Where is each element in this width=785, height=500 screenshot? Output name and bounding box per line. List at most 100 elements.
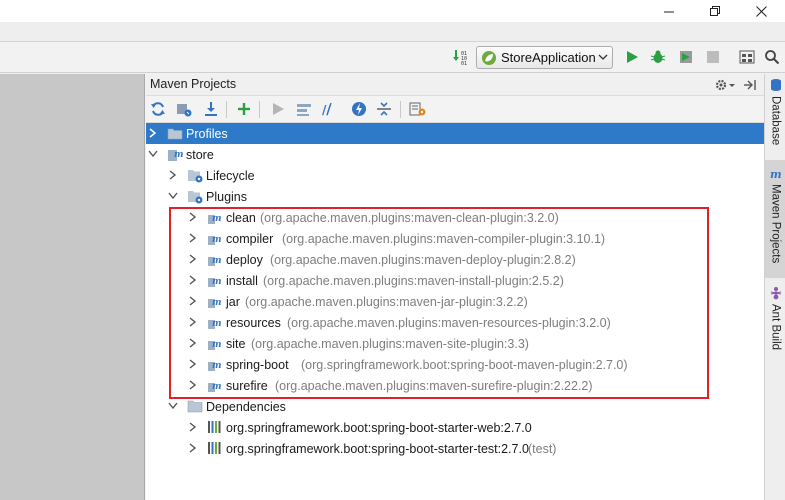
maven-plugin-icon: m [207, 314, 223, 330]
chevron-right-icon[interactable] [188, 338, 198, 348]
plugin-name: compiler [226, 231, 274, 246]
maven-plugin-icon: m [207, 356, 223, 372]
plugin-coordinates: (org.apache.maven.plugins:maven-deploy-p… [270, 252, 576, 267]
chevron-right-icon[interactable] [188, 359, 198, 369]
database-icon [770, 79, 781, 91]
tree-row-store[interactable]: m store [146, 144, 764, 165]
maven-plugin-icon: m [207, 293, 223, 309]
maven-module-icon: m [167, 146, 183, 162]
chevron-right-icon[interactable] [188, 380, 198, 390]
tree-row-dependencies[interactable]: Dependencies [146, 396, 764, 417]
tree-row-lifecycle[interactable]: Lifecycle [146, 165, 764, 186]
plugin-row[interactable]: m jar (org.apache.maven.plugins:maven-ja… [146, 291, 764, 312]
chevron-right-icon[interactable] [188, 212, 198, 222]
chevron-right-icon[interactable] [188, 275, 198, 285]
tree-row-plugins[interactable]: Plugins [146, 186, 764, 207]
plugin-name: install [226, 273, 258, 288]
plugin-row[interactable]: m clean (org.apache.maven.plugins:maven-… [146, 207, 764, 228]
chevron-right-icon[interactable] [188, 254, 198, 264]
toolbar-divider [259, 101, 260, 118]
plugin-row[interactable]: m surefire (org.apache.maven.plugins:mav… [146, 375, 764, 396]
maven-icon: m [770, 168, 782, 180]
chevron-right-icon[interactable] [148, 128, 158, 138]
chevron-right-icon[interactable] [188, 296, 198, 306]
plugin-row[interactable]: m install (org.apache.maven.plugins:mave… [146, 270, 764, 291]
generate-sources-icon[interactable] [175, 100, 193, 118]
plugin-row[interactable]: m site (org.apache.maven.plugins:maven-s… [146, 333, 764, 354]
chevron-right-icon[interactable] [188, 317, 198, 327]
svg-text:m: m [212, 319, 222, 329]
chevron-down-icon[interactable] [168, 191, 178, 201]
plugin-row[interactable]: m spring-boot (org.springframework.boot:… [146, 354, 764, 375]
dependency-row[interactable]: org.springframework.boot:spring-boot-sta… [146, 438, 764, 459]
svg-text:m: m [770, 168, 782, 180]
tab-ant-build[interactable]: Ant Build [765, 286, 785, 358]
debug-icon[interactable] [649, 48, 667, 66]
chevron-down-icon[interactable] [148, 149, 158, 159]
dependency-scope: (test) [528, 441, 557, 456]
make-icon[interactable]: 01 10 01 [452, 48, 470, 66]
lifecycle-icon[interactable] [295, 100, 313, 118]
hide-icon[interactable] [742, 77, 758, 93]
maven-plugin-icon: m [207, 335, 223, 351]
stop-icon[interactable] [704, 48, 722, 66]
maven-plugin-icon: m [207, 377, 223, 393]
plugin-row[interactable]: m compiler (org.apache.maven.plugins:mav… [146, 228, 764, 249]
run-configuration-label: StoreApplication [501, 50, 596, 65]
chevron-right-icon[interactable] [188, 443, 198, 453]
svg-text:m: m [212, 235, 222, 245]
run-configuration-select[interactable]: StoreApplication [476, 46, 613, 69]
settings-icon[interactable] [409, 100, 427, 118]
run-icon[interactable] [623, 48, 641, 66]
maven-plugin-icon: m [207, 230, 223, 246]
tab-database[interactable]: Database [765, 78, 785, 154]
search-icon[interactable] [763, 48, 781, 66]
library-icon [207, 419, 223, 435]
add-icon[interactable] [235, 100, 253, 118]
restore-icon[interactable] [692, 0, 738, 22]
download-icon[interactable] [202, 100, 220, 118]
svg-text:m: m [174, 150, 183, 160]
editor-area [0, 74, 145, 500]
plugin-name: spring-boot [226, 357, 289, 372]
tab-maven-projects[interactable]: m Maven Projects [765, 160, 785, 278]
coverage-icon[interactable] [677, 48, 695, 66]
svg-text:m: m [212, 340, 222, 350]
collapse-icon[interactable] [375, 100, 393, 118]
maven-plugin-icon: m [207, 209, 223, 225]
dependency-row[interactable]: org.springframework.boot:spring-boot-sta… [146, 417, 764, 438]
toolbar-divider [400, 101, 401, 118]
gear-icon[interactable] [714, 77, 736, 93]
chevron-right-icon[interactable] [168, 170, 178, 180]
tree-label: Profiles [186, 126, 228, 141]
tab-label: Ant Build [769, 304, 782, 351]
tree-label: Lifecycle [206, 168, 255, 183]
navigation-bar: 01 10 01 [0, 42, 785, 73]
toolbar-divider [226, 101, 227, 118]
plugin-row[interactable]: m deploy (org.apache.maven.plugins:maven… [146, 249, 764, 270]
minimize-icon[interactable] [646, 0, 692, 22]
chevron-right-icon[interactable] [188, 233, 198, 243]
plugin-name: resources [226, 315, 281, 330]
chevron-right-icon[interactable] [188, 422, 198, 432]
skip-tests-icon[interactable]: // [320, 100, 338, 118]
plugin-row[interactable]: m resources (org.apache.maven.plugins:ma… [146, 312, 764, 333]
project-structure-icon[interactable] [738, 48, 756, 66]
chevron-down-icon[interactable] [168, 401, 178, 411]
offline-icon[interactable] [350, 100, 368, 118]
svg-text:m: m [212, 256, 222, 266]
plugin-name: jar [226, 294, 240, 309]
maven-tree: Profiles m store Lifecycle Plugins m cle… [146, 123, 764, 500]
reimport-icon[interactable] [149, 100, 167, 118]
tree-row-profiles[interactable]: Profiles [146, 123, 764, 144]
run-goal-icon[interactable] [269, 100, 287, 118]
tree-label: store [186, 147, 214, 162]
maven-plugin-icon: m [207, 251, 223, 267]
dependency-name: org.springframework.boot:spring-boot-sta… [226, 441, 529, 456]
svg-text:m: m [212, 361, 222, 371]
close-icon[interactable] [738, 0, 784, 22]
panel-title: Maven Projects [150, 77, 237, 91]
tab-label: Database [769, 96, 782, 146]
svg-text:m: m [212, 382, 222, 392]
plugin-coordinates: (org.apache.maven.plugins:maven-jar-plug… [245, 294, 528, 309]
